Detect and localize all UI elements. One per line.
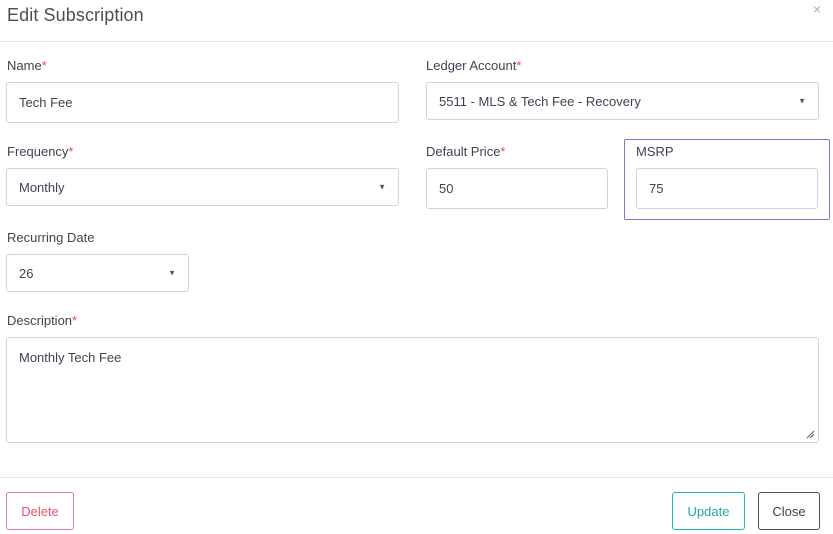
default-price-required-mark: * [500, 144, 506, 159]
ledger-account-value: 5511 - MLS & Tech Fee - Recovery [439, 93, 641, 109]
frequency-value: Monthly [19, 179, 65, 195]
frequency-select[interactable]: Monthly ▼ [6, 168, 399, 206]
close-icon[interactable]: × [813, 1, 821, 17]
edit-subscription-modal: Edit Subscription × Name* Ledger Account… [0, 0, 833, 534]
modal-title: Edit Subscription [7, 5, 144, 25]
default-price-input[interactable] [426, 168, 608, 209]
msrp-input[interactable] [636, 168, 818, 209]
frequency-required-mark: * [68, 144, 74, 159]
recurring-date-select[interactable]: 26 ▼ [6, 254, 189, 292]
frequency-label-text: Frequency [7, 144, 69, 159]
default-price-label: Default Price* [426, 144, 505, 159]
msrp-label: MSRP [636, 144, 674, 159]
modal-header: Edit Subscription × [0, 0, 833, 42]
description-label: Description* [7, 313, 77, 328]
name-label-text: Name [7, 58, 42, 73]
name-input[interactable] [6, 82, 399, 123]
ledger-account-label: Ledger Account* [426, 58, 521, 73]
chevron-down-icon: ▼ [168, 268, 176, 278]
delete-button[interactable]: Delete [6, 492, 74, 530]
ledger-account-select[interactable]: 5511 - MLS & Tech Fee - Recovery ▼ [426, 82, 819, 120]
resize-grip-icon[interactable] [806, 430, 815, 439]
update-button[interactable]: Update [672, 492, 745, 530]
frequency-label: Frequency* [7, 144, 73, 159]
name-required-mark: * [41, 58, 47, 73]
ledger-account-required-mark: * [516, 58, 522, 73]
default-price-label-text: Default Price [426, 144, 501, 159]
recurring-date-label: Recurring Date [7, 230, 95, 245]
name-label: Name* [7, 58, 47, 73]
ledger-account-label-text: Ledger Account [426, 58, 517, 73]
recurring-date-value: 26 [19, 265, 34, 281]
chevron-down-icon: ▼ [798, 96, 806, 106]
description-label-text: Description [7, 313, 73, 328]
description-required-mark: * [72, 313, 78, 328]
close-button[interactable]: Close [758, 492, 820, 530]
footer-divider [0, 477, 833, 478]
chevron-down-icon: ▼ [378, 182, 386, 192]
description-textarea[interactable]: Monthly Tech Fee [6, 337, 819, 443]
